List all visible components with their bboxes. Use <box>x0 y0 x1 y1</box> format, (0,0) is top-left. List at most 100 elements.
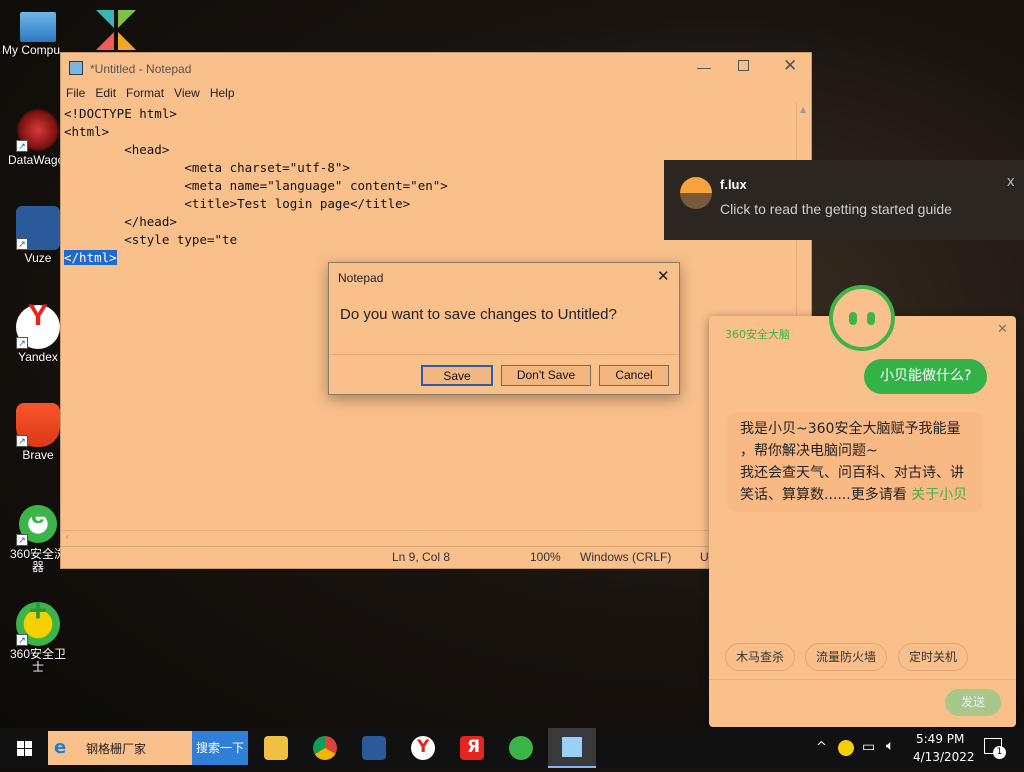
cursor-position: Ln 9, Col 8 <box>392 550 451 564</box>
chip-traffic-firewall[interactable]: 流量防火墙 <box>805 643 888 671</box>
action-center-icon[interactable]: 1 <box>984 738 1006 759</box>
menu-bar: File Edit Format View Help <box>61 83 811 103</box>
360-safe-icon: + ↗ <box>16 594 60 646</box>
window-title: *Untitled - Notepad <box>90 62 192 76</box>
cancel-button[interactable]: Cancel <box>599 365 669 386</box>
clock-date[interactable]: 4/13/2022 <box>913 750 975 764</box>
desktop-icon-label: My Compu <box>2 43 61 57</box>
360-browser-taskbar-icon[interactable] <box>509 736 533 760</box>
desktop-icon-label: Vuze <box>24 251 52 265</box>
dialog-title: Notepad <box>338 271 384 285</box>
flower-app-icon <box>96 10 136 50</box>
desktop-icon-360-safe[interactable]: + ↗ 360安全卫士 <box>8 594 68 674</box>
app-tile-icon[interactable] <box>92 6 140 52</box>
menu-view[interactable]: View <box>169 83 205 103</box>
scroll-up-icon[interactable]: ▲ <box>800 105 806 114</box>
start-button[interactable] <box>0 728 48 768</box>
desktop-icon-label: 360安全浏 器 <box>9 547 67 574</box>
volume-icon[interactable]: 🔈︎ <box>886 738 894 754</box>
editor-line: <head> <box>64 142 170 157</box>
shortcut-arrow-icon: ↗ <box>16 534 28 546</box>
assistant-mascot-icon[interactable] <box>829 285 895 351</box>
vuze-frog-icon: ↗ <box>16 206 60 250</box>
windows-logo-icon <box>17 741 32 756</box>
chip-scheduled-shutdown[interactable]: 定时关机 <box>898 643 969 671</box>
save-changes-dialog[interactable]: Notepad ✕ Do you want to save changes to… <box>328 262 680 395</box>
about-link[interactable]: 关于小贝 <box>911 487 967 503</box>
chip-trojan-scan[interactable]: 木马查杀 <box>725 643 796 671</box>
reply-line: ，帮你解决电脑问题~ <box>740 443 878 459</box>
chat-input[interactable] <box>719 684 929 720</box>
shortcut-arrow-icon: ↗ <box>16 634 28 646</box>
computer-icon <box>20 12 56 42</box>
editor-line: <html> <box>64 124 110 139</box>
flux-message[interactable]: Click to read the getting started guide <box>720 201 952 217</box>
network-icon[interactable]: ▭ <box>862 739 875 755</box>
user-message-bubble: 小贝能做什么? <box>864 359 988 394</box>
save-button[interactable]: Save <box>421 365 493 386</box>
datawagon-icon: ↗ <box>16 108 60 152</box>
scroll-left-icon[interactable]: ‹ <box>65 532 69 543</box>
reply-line: 我是小贝~360安全大脑赋予我能量 <box>740 421 961 437</box>
file-explorer-icon[interactable] <box>264 736 288 760</box>
horizontal-scrollbar[interactable]: ‹ <box>61 530 796 546</box>
desktop-icon-360-browser[interactable]: e ↗ 360安全浏 器 <box>8 501 68 574</box>
chat-close-icon[interactable]: ✕ <box>997 322 1008 337</box>
assistant-reply-bubble: 我是小贝~360安全大脑赋予我能量 ，帮你解决电脑问题~ 我还会查天气、问百科、… <box>727 412 983 512</box>
maximize-icon[interactable] <box>738 60 749 71</box>
desktop-icon-label: Brave <box>22 448 54 462</box>
menu-format[interactable]: Format <box>121 83 169 103</box>
selected-text: </html> <box>64 250 117 265</box>
notepad-titlebar[interactable]: *Untitled - Notepad — ✕ <box>61 53 811 83</box>
desktop-icon-label: 360安全卫士 <box>9 647 67 674</box>
dialog-message: Do you want to save changes to Untitled? <box>340 306 617 323</box>
360-tray-icon[interactable] <box>838 740 854 756</box>
editor-line: <!DOCTYPE html> <box>64 106 177 121</box>
flux-sun-icon <box>680 177 712 209</box>
desktop-icon-datawagon[interactable]: ↗ DataWagon <box>8 108 71 167</box>
desktop-icon-my-computer[interactable]: My Compu <box>2 10 68 57</box>
yandex-taskbar-icon[interactable]: Y <box>411 736 435 760</box>
brave-lion-icon: ↗ <box>16 403 60 447</box>
show-hidden-icons-icon[interactable]: ^ <box>816 740 827 755</box>
yandex-icon: Y ↗ <box>16 301 60 349</box>
desktop-icon-label: DataWagon <box>8 153 71 167</box>
flux-notification[interactable]: f.lux Click to read the getting started … <box>664 160 1024 240</box>
vuze-taskbar-icon[interactable] <box>362 736 386 760</box>
shortcut-arrow-icon: ↗ <box>16 435 28 447</box>
desktop-icon-label: Yandex <box>18 350 58 364</box>
search-query: 钢格栅厂家 <box>86 742 147 756</box>
shortcut-arrow-icon: ↗ <box>16 238 28 250</box>
flux-close-icon[interactable]: x <box>1007 173 1015 190</box>
minimize-icon[interactable]: — <box>697 59 711 75</box>
dont-save-button[interactable]: Don't Save <box>501 365 591 386</box>
flux-title: f.lux <box>720 177 747 192</box>
notification-badge: 1 <box>993 746 1006 759</box>
send-button[interactable]: 发送 <box>945 689 1001 716</box>
status-bar: Ln 9, Col 8 100% Windows (CRLF) UT <box>61 546 811 568</box>
search-button[interactable]: 搜索一下 <box>192 731 248 765</box>
yandex-browser-icon[interactable]: Я <box>460 736 484 760</box>
desktop-icon-yandex[interactable]: Y ↗ Yandex <box>8 301 68 364</box>
chrome-icon[interactable] <box>313 736 337 760</box>
zoom-level: 100% <box>530 550 561 564</box>
chat-input-divider <box>709 679 1016 680</box>
taskbar-search-box[interactable]: e 钢格栅厂家 <box>48 731 192 765</box>
menu-edit[interactable]: Edit <box>90 83 121 103</box>
reply-line: 笑话、算算数......更多请看 <box>740 487 912 503</box>
desktop-icon-brave[interactable]: ↗ Brave <box>8 403 68 462</box>
close-icon[interactable]: ✕ <box>783 56 797 76</box>
360-browser-icon: e ↗ <box>16 501 60 546</box>
ie-icon: e <box>54 737 67 758</box>
notepad-taskbar-item[interactable] <box>548 728 596 768</box>
shortcut-arrow-icon: ↗ <box>16 337 28 349</box>
assistant-brand: 360安全大脑 <box>725 328 790 341</box>
dialog-close-icon[interactable]: ✕ <box>657 267 670 285</box>
desktop-icon-vuze[interactable]: ↗ Vuze <box>8 206 68 265</box>
clock-time[interactable]: 5:49 PM <box>916 732 964 746</box>
reply-line: 我还会查天气、问百科、对古诗、讲 <box>740 465 964 481</box>
shortcut-arrow-icon: ↗ <box>16 140 28 152</box>
menu-help[interactable]: Help <box>205 83 240 103</box>
assistant-chat-panel[interactable]: 360安全大脑 ✕ 小贝能做什么? 我是小贝~360安全大脑赋予我能量 ，帮你解… <box>709 316 1016 727</box>
menu-file[interactable]: File <box>61 83 90 103</box>
